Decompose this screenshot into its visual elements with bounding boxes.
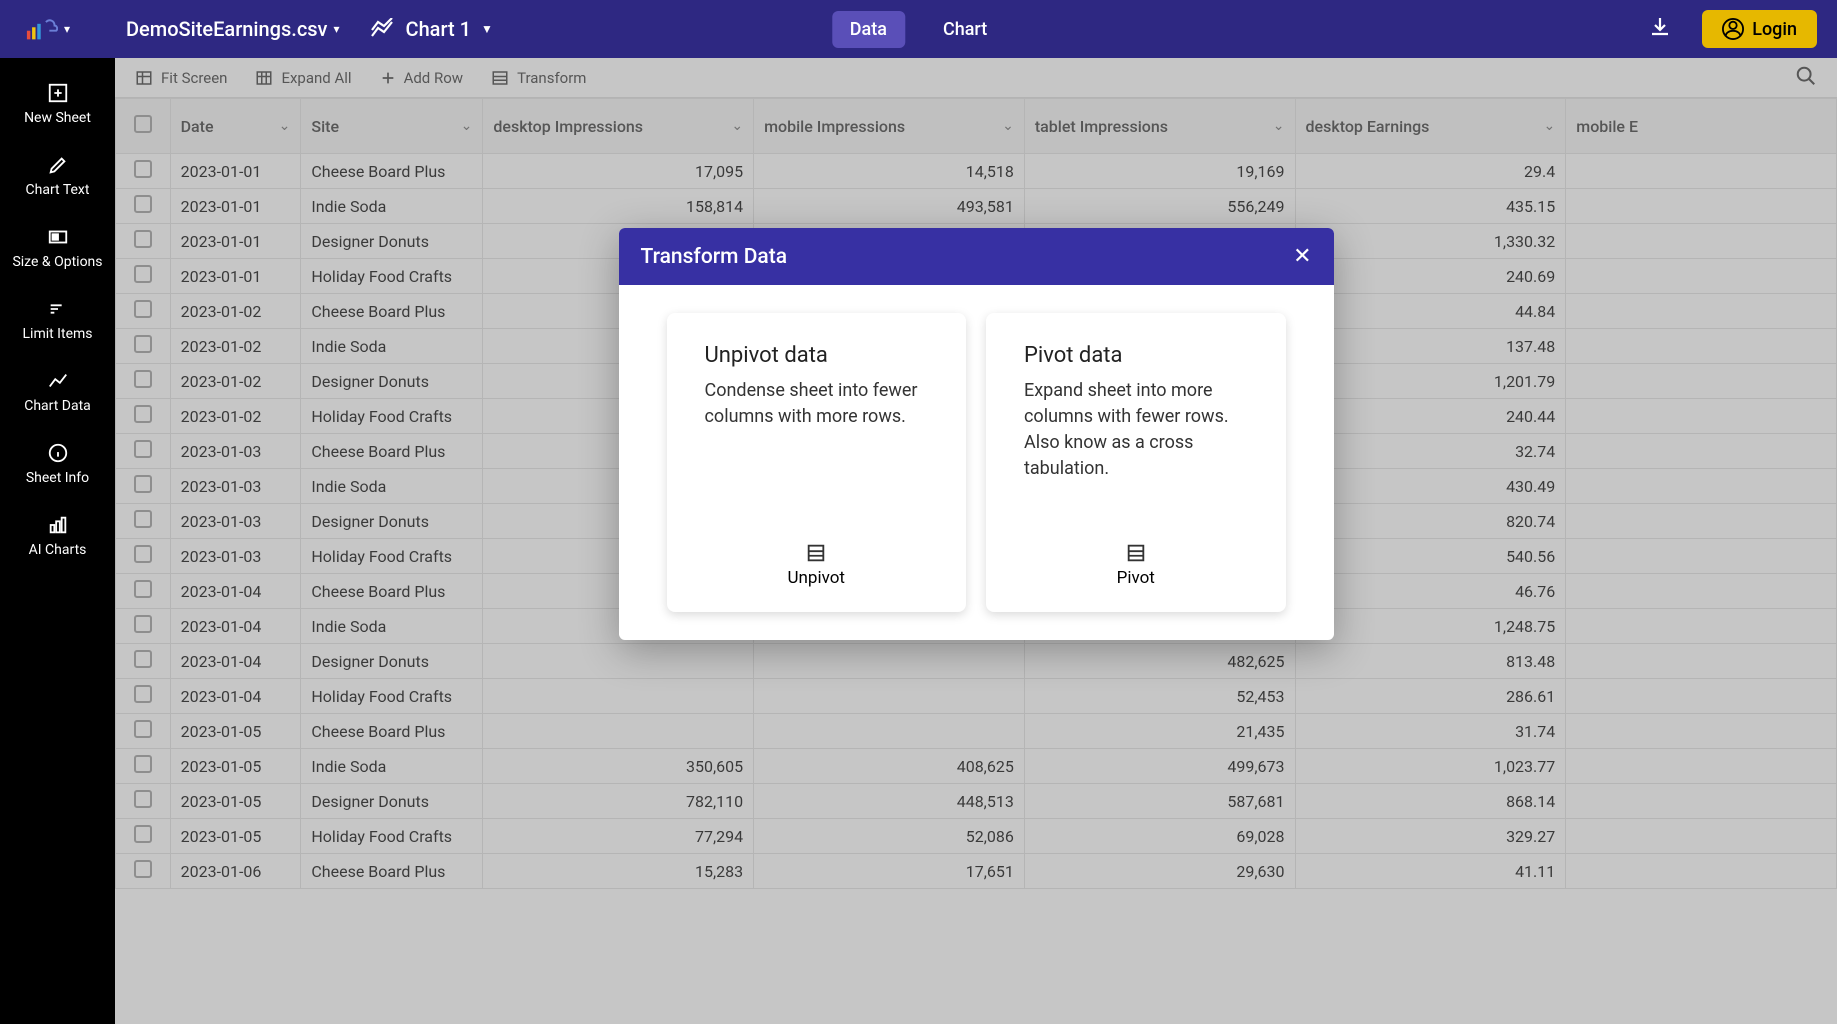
- card-desc: Condense sheet into fewer columns with m…: [705, 378, 929, 482]
- file-name-label: DemoSiteEarnings.csv: [126, 17, 327, 41]
- info-icon: [47, 442, 69, 464]
- card-action-label: Pivot: [1117, 568, 1155, 588]
- sidebar-item-ai-charts[interactable]: AI Charts: [0, 500, 115, 572]
- sidebar-item-label: New Sheet: [24, 110, 91, 126]
- modal-header: Transform Data ✕: [619, 228, 1334, 285]
- card-title: Unpivot data: [705, 343, 929, 368]
- sidebar-item-sheet-info[interactable]: Sheet Info: [0, 428, 115, 500]
- view-tabs: Data Chart: [832, 11, 1005, 48]
- sidebar-item-chart-text[interactable]: Chart Text: [0, 140, 115, 212]
- aspect-icon: [47, 226, 69, 248]
- download-icon[interactable]: [1648, 15, 1672, 43]
- table-icon: [805, 542, 827, 564]
- modal-body: Unpivot data Condense sheet into fewer c…: [619, 285, 1334, 640]
- tab-chart[interactable]: Chart: [925, 11, 1005, 48]
- modal-title: Transform Data: [641, 245, 788, 269]
- close-icon[interactable]: ✕: [1293, 244, 1311, 269]
- sidebar-item-label: Size & Options: [12, 254, 102, 270]
- chevron-down-icon: ▾: [333, 22, 339, 36]
- sort-icon: [47, 298, 69, 320]
- transform-modal: Transform Data ✕ Unpivot data Condense s…: [619, 228, 1334, 640]
- bar-chart-icon: [47, 514, 69, 536]
- top-header: ▾ DemoSiteEarnings.csv ▾ Chart 1 ▼ Data …: [0, 0, 1837, 58]
- sidebar-item-label: Chart Data: [24, 398, 91, 414]
- sidebar-item-label: AI Charts: [29, 542, 87, 558]
- sidebar-item-size-options[interactable]: Size & Options: [0, 212, 115, 284]
- chart-icon: [370, 18, 396, 40]
- card-desc: Expand sheet into more columns with fewe…: [1024, 378, 1248, 482]
- sidebar-item-new-sheet[interactable]: New Sheet: [0, 68, 115, 140]
- caret-down-icon: ▼: [481, 22, 493, 36]
- card-title: Pivot data: [1024, 343, 1248, 368]
- left-sidebar: New Sheet Chart Text Size & Options Limi…: [0, 58, 115, 1024]
- sidebar-item-label: Limit Items: [23, 326, 93, 342]
- sidebar-item-limit-items[interactable]: Limit Items: [0, 284, 115, 356]
- modal-overlay[interactable]: Transform Data ✕ Unpivot data Condense s…: [115, 58, 1837, 1024]
- sidebar-item-label: Sheet Info: [26, 470, 89, 486]
- unpivot-card[interactable]: Unpivot data Condense sheet into fewer c…: [667, 313, 967, 612]
- tab-data[interactable]: Data: [832, 11, 905, 48]
- user-icon: [1722, 18, 1744, 40]
- app-logo[interactable]: ▾: [20, 12, 70, 46]
- pivot-card[interactable]: Pivot data Expand sheet into more column…: [986, 313, 1286, 612]
- unpivot-action[interactable]: Unpivot: [705, 542, 929, 588]
- sidebar-item-label: Chart Text: [26, 182, 90, 198]
- chart-dropdown-label: Chart 1: [406, 17, 472, 41]
- pencil-icon: [47, 154, 69, 176]
- chevron-down-icon: ▾: [64, 22, 70, 36]
- login-label: Login: [1752, 19, 1797, 40]
- table-icon: [1125, 542, 1147, 564]
- login-button[interactable]: Login: [1702, 10, 1817, 48]
- file-name-dropdown[interactable]: DemoSiteEarnings.csv ▾: [126, 17, 340, 41]
- plus-box-icon: [47, 82, 69, 104]
- card-action-label: Unpivot: [788, 568, 845, 588]
- sidebar-item-chart-data[interactable]: Chart Data: [0, 356, 115, 428]
- chart-line-icon: [47, 370, 69, 392]
- chart-dropdown[interactable]: Chart 1 ▼: [370, 17, 493, 41]
- pivot-action[interactable]: Pivot: [1024, 542, 1248, 588]
